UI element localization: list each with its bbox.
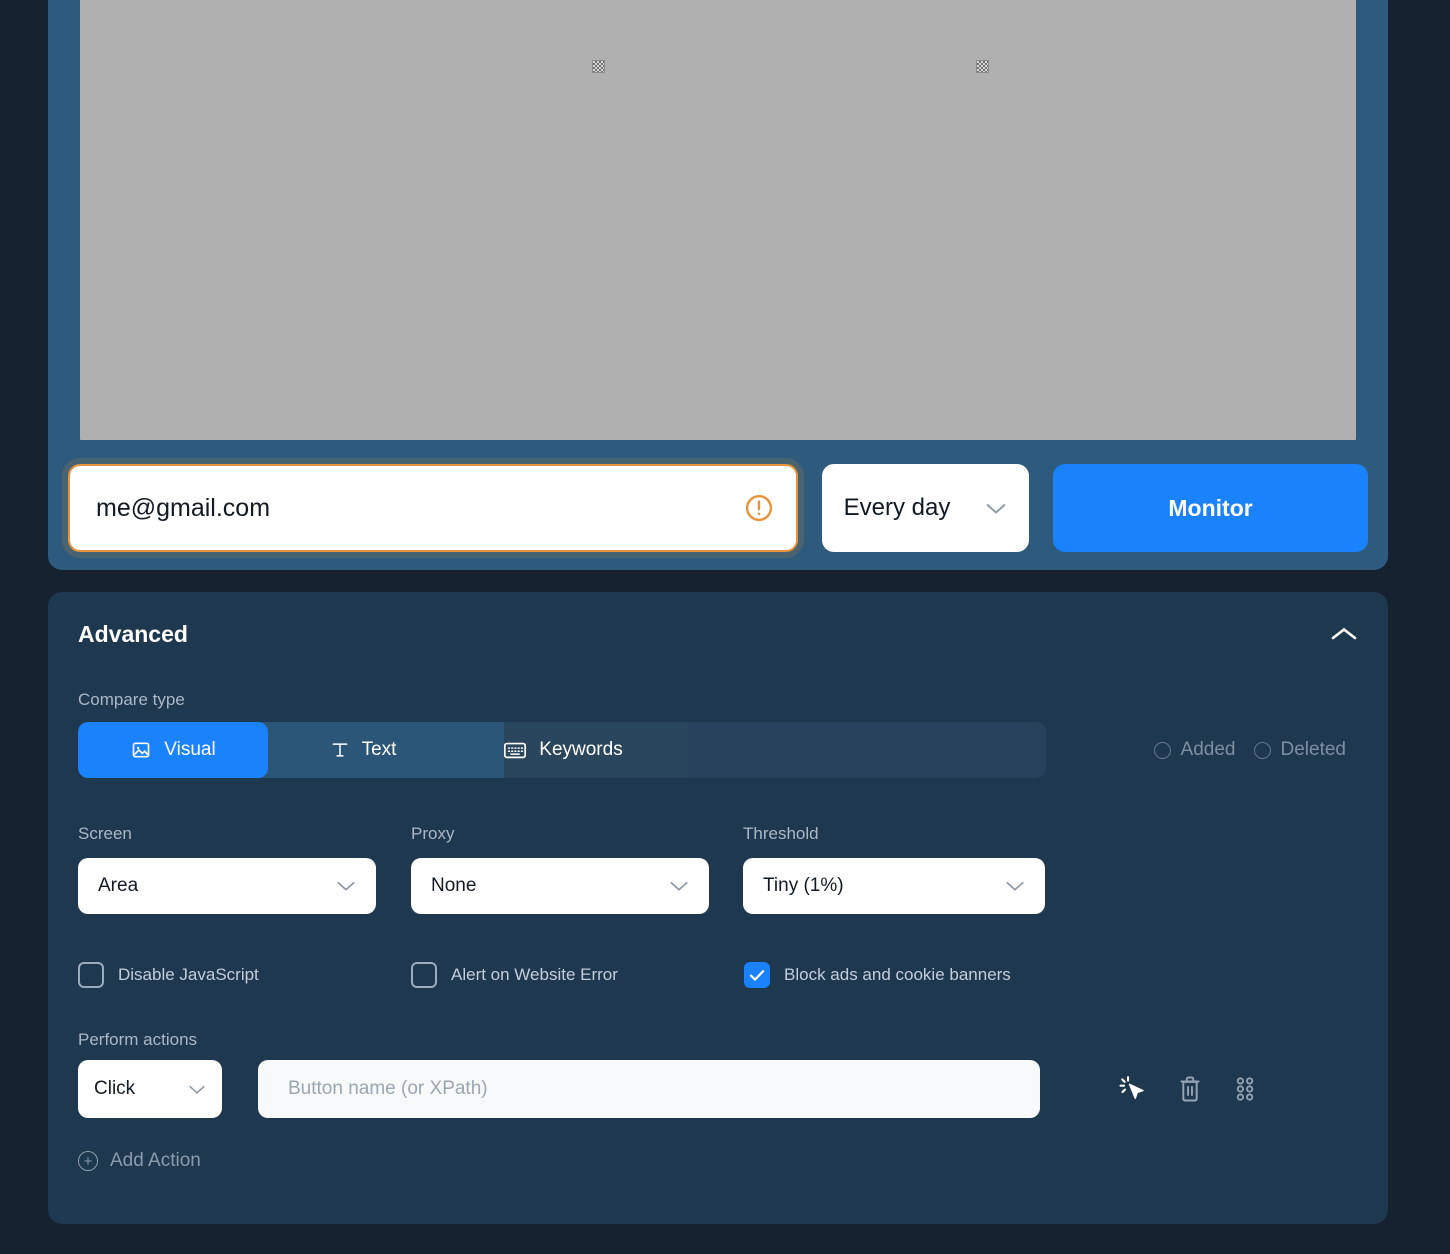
radio-deleted-label: Deleted xyxy=(1280,739,1347,760)
advanced-checkbox-group: Disable JavaScript Alert on Website Erro… xyxy=(78,962,1078,992)
action-type-value: Click xyxy=(94,1078,136,1099)
perform-actions-label: Perform actions xyxy=(78,1030,198,1049)
text-icon xyxy=(332,743,347,757)
action-target-input[interactable] xyxy=(258,1060,1040,1118)
tab-empty-space xyxy=(668,722,1046,778)
tab-text[interactable]: Text xyxy=(268,722,458,778)
monitor-button[interactable]: Monitor xyxy=(1053,464,1368,552)
chevron-down-icon xyxy=(1006,881,1024,891)
tab-visual[interactable]: Visual xyxy=(78,722,268,778)
selection-handle-bottom-left[interactable] xyxy=(592,60,605,73)
advanced-header[interactable]: Advanced xyxy=(78,614,1358,654)
chevron-down-icon xyxy=(986,503,1006,514)
radio-added-dot xyxy=(1153,741,1171,759)
checkbox-alert-on-website-error[interactable]: Alert on Website Error xyxy=(411,962,618,988)
screen-select[interactable]: Area xyxy=(78,858,376,914)
screen-label: Screen xyxy=(78,824,132,843)
proxy-field: Proxy None xyxy=(411,824,709,914)
radio-deleted[interactable]: Deleted xyxy=(1253,739,1347,761)
tab-keywords-label: Keywords xyxy=(539,739,623,760)
threshold-select[interactable]: Tiny (1%) xyxy=(743,858,1045,914)
check-icon xyxy=(749,969,765,981)
checkbox-box xyxy=(78,962,104,988)
advanced-panel: Advanced Compare type Visual Text Keywor… xyxy=(48,592,1388,1224)
advanced-title: Advanced xyxy=(78,620,188,647)
screen-value: Area xyxy=(98,875,139,896)
selection-region[interactable] xyxy=(593,0,1356,66)
monitor-action-bar: Every day Monitor xyxy=(48,462,1388,554)
website-preview[interactable]: +5 View all Add to list Add to registr xyxy=(80,0,1356,440)
keyboard-icon xyxy=(504,742,527,759)
checkbox-label: Alert on Website Error xyxy=(451,965,618,984)
threshold-field: Threshold Tiny (1%) xyxy=(743,824,1045,914)
tab-keywords[interactable]: Keywords xyxy=(458,722,668,778)
image-icon xyxy=(132,742,150,758)
checkbox-label: Block ads and cookie banners xyxy=(784,965,1011,984)
perform-action-row: Click xyxy=(78,1060,1358,1118)
chevron-down-icon xyxy=(670,881,688,891)
proxy-label: Proxy xyxy=(411,824,455,843)
frequency-value: Every day xyxy=(843,494,951,521)
add-action-label: Add Action xyxy=(110,1150,201,1171)
checkbox-box xyxy=(744,962,770,988)
plus-icon: + xyxy=(78,1151,98,1171)
tab-text-label: Text xyxy=(361,739,397,760)
compare-type-tabs: Visual Text Keywords xyxy=(78,722,1046,778)
proxy-select[interactable]: None xyxy=(411,858,709,914)
add-action-button[interactable]: + Add Action xyxy=(78,1150,201,1172)
captured-page: +5 View all Add to list Add to registr xyxy=(80,0,1356,440)
chevron-up-icon[interactable] xyxy=(1330,626,1358,642)
frequency-select[interactable]: Every day xyxy=(821,464,1030,552)
click-cursor-icon[interactable] xyxy=(1118,1074,1148,1104)
radio-added-label: Added xyxy=(1180,739,1236,760)
radio-deleted-dot xyxy=(1253,741,1271,759)
radio-added[interactable]: Added xyxy=(1153,739,1236,761)
threshold-label: Threshold xyxy=(743,824,819,843)
tab-visual-label: Visual xyxy=(164,739,216,760)
email-input[interactable] xyxy=(96,493,770,523)
action-icon-group xyxy=(1118,1074,1258,1104)
chevron-down-icon xyxy=(337,881,355,891)
screen-field: Screen Area xyxy=(78,824,376,914)
selection-handle-bottom-center[interactable] xyxy=(976,60,989,73)
chevron-down-icon xyxy=(189,1085,205,1094)
proxy-value: None xyxy=(431,875,477,896)
diff-filter-radios: Added Deleted xyxy=(1153,722,1347,778)
email-input-wrapper[interactable] xyxy=(68,464,798,552)
trash-icon[interactable] xyxy=(1176,1074,1204,1104)
warning-icon xyxy=(744,493,774,523)
checkbox-label: Disable JavaScript xyxy=(118,965,259,984)
threshold-value: Tiny (1%) xyxy=(763,875,844,896)
action-type-select[interactable]: Click xyxy=(78,1060,222,1118)
checkbox-disable-javascript[interactable]: Disable JavaScript xyxy=(78,962,259,988)
compare-type-label: Compare type xyxy=(78,690,185,709)
checkbox-box xyxy=(411,962,437,988)
drag-handle-icon[interactable] xyxy=(1232,1074,1258,1104)
checkbox-block-ads[interactable]: Block ads and cookie banners xyxy=(744,962,1011,988)
